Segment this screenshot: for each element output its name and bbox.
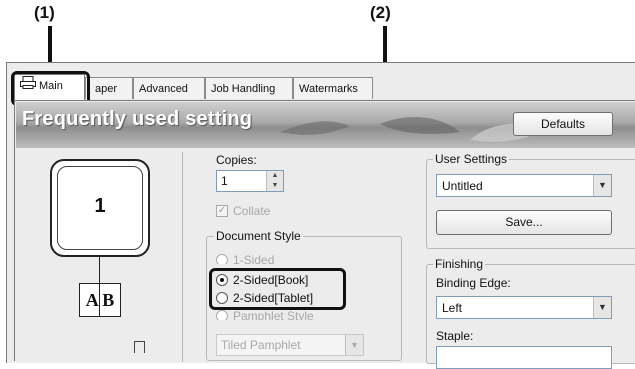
copies-input[interactable]: 1 ▲ ▼	[216, 170, 284, 192]
radio-1-sided[interactable]: 1-Sided	[216, 254, 366, 264]
copies-label: Copies:	[216, 153, 257, 167]
collate-checkbox[interactable]: ✓	[216, 205, 228, 217]
tab-advanced-label: Advanced	[139, 83, 188, 95]
radio-pamphlet-label: Pamphlet Style	[233, 310, 314, 320]
tab-advanced[interactable]: Advanced	[133, 77, 205, 99]
banner-title: Frequently used setting	[22, 108, 253, 130]
book-icon: A B	[79, 283, 121, 317]
pamphlet-select-value: Tiled Pamphlet	[221, 338, 301, 352]
tab-paper[interactable]: aper	[85, 77, 133, 99]
tab-watermarks[interactable]: Watermarks	[293, 77, 373, 99]
chevron-down-icon: ▼	[593, 175, 611, 196]
tab-job-handling[interactable]: Job Handling	[205, 77, 293, 99]
user-settings-label: User Settings	[433, 152, 510, 166]
spinner-icon[interactable]: ▲ ▼	[266, 171, 283, 191]
binding-edge-value: Left	[442, 301, 463, 315]
user-settings-value: Untitled	[442, 179, 483, 193]
callout-1-label: (1)	[34, 3, 55, 22]
tab-paper-label: aper	[95, 83, 118, 95]
collate-label: Collate	[233, 204, 271, 218]
tab-job-handling-label: Job Handling	[211, 83, 276, 95]
user-settings-select[interactable]: Untitled ▼	[436, 174, 612, 197]
callout-2-highlight	[209, 268, 346, 310]
page-number: 1	[94, 195, 106, 217]
save-button[interactable]: Save...	[436, 210, 612, 235]
staple-label: Staple:	[436, 329, 474, 343]
binding-edge-select[interactable]: Left ▼	[436, 296, 612, 319]
page-preview: 1	[50, 159, 150, 257]
copies-value: 1	[221, 174, 228, 188]
finishing-label: Finishing	[433, 257, 486, 271]
staple-select[interactable]	[436, 346, 612, 369]
user-settings-group	[426, 159, 635, 249]
document-style-label: Document Style	[214, 229, 303, 243]
book-connector	[99, 257, 100, 283]
defaults-button[interactable]: Defaults	[513, 112, 613, 136]
callout-2-label: (2)	[370, 3, 391, 22]
book-spine	[99, 283, 100, 317]
tab-watermarks-label: Watermarks	[299, 83, 358, 95]
chevron-down-icon: ▼	[345, 335, 363, 355]
chevron-down-icon: ▼	[593, 297, 611, 318]
radio-1-sided-label: 1-Sided	[233, 254, 275, 264]
binding-edge-label: Binding Edge:	[436, 276, 511, 290]
small-page-icon	[134, 341, 145, 353]
radio-pamphlet[interactable]: Pamphlet Style	[216, 310, 366, 320]
